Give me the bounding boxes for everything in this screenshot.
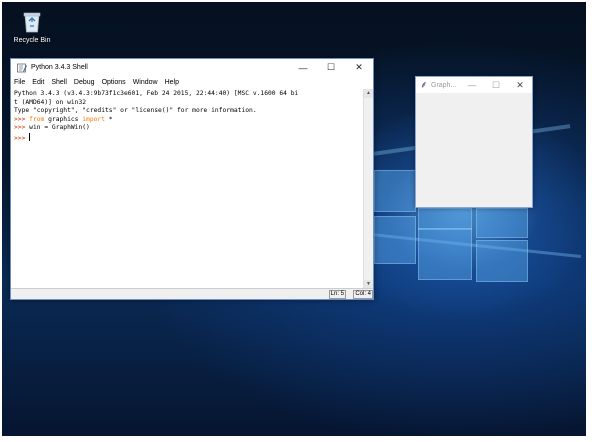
module-name: graphics [44, 115, 83, 123]
graph-window-title: Graph... [431, 81, 457, 89]
graphwin-statement: win = GraphWin() [25, 124, 90, 132]
banner-line-1: Python 3.4.3 (v3.4.3:9b73f1c3e601, Feb 2… [14, 90, 299, 97]
recycle-bin-label: Recycle Bin [13, 37, 51, 44]
keyword-import: import [82, 115, 106, 123]
menu-file[interactable]: File [14, 79, 25, 86]
code-line-current: >>> [14, 132, 361, 144]
wallpaper-window-pane [418, 228, 472, 280]
feather-icon [421, 81, 426, 89]
graph-minimize-button[interactable]: — [460, 77, 484, 93]
minimize-button[interactable]: — [289, 59, 317, 76]
banner-line-3: Type "copyright", "credits" or "license(… [14, 107, 257, 115]
graph-titlebar[interactable]: Graph... — ☐ ✕ [416, 77, 532, 93]
status-line-number: Ln: 5 [328, 290, 346, 299]
prompt: >>> [14, 124, 26, 132]
wallpaper-window-pane [374, 170, 416, 212]
scroll-up-arrow-icon[interactable]: ▲ [364, 89, 373, 98]
python-idle-icon [17, 63, 27, 72]
wallpaper-window-pane [418, 208, 472, 230]
recycle-bin-icon [23, 12, 41, 33]
menu-help[interactable]: Help [165, 79, 179, 86]
wallpaper-window-pane [374, 216, 416, 264]
menu-options[interactable]: Options [102, 79, 126, 86]
graph-close-button[interactable]: ✕ [508, 77, 532, 93]
menu-debug[interactable]: Debug [74, 79, 95, 86]
banner-line-2: t (AMD64)] on win32 [14, 98, 87, 106]
close-button[interactable]: ✕ [345, 59, 373, 76]
recycle-bin-shortcut[interactable]: Recycle Bin [10, 8, 54, 44]
text-cursor [29, 132, 31, 141]
keyword-from: from [29, 115, 45, 123]
status-column-number: Col: 4 [353, 290, 373, 299]
shell-text-area[interactable]: Python 3.4.3 (v3.4.3:9b73f1c3e601, Feb 2… [11, 89, 364, 289]
prompt: >>> [14, 134, 26, 142]
graphics-window[interactable]: Graph... — ☐ ✕ [415, 76, 533, 208]
shell-menubar: File Edit Shell Debug Options Window Hel… [11, 76, 373, 88]
graph-canvas[interactable] [417, 93, 531, 206]
maximize-button[interactable]: ☐ [317, 59, 345, 76]
code-line-graphwin: >>> win = GraphWin() [14, 124, 361, 133]
shell-window-title: Python 3.4.3 Shell [31, 64, 88, 71]
python-shell-window[interactable]: Python 3.4.3 Shell — ☐ ✕ File Edit Shell… [10, 58, 374, 300]
menu-shell[interactable]: Shell [51, 79, 67, 86]
prompt: >>> [14, 115, 26, 123]
vertical-scrollbar[interactable]: ▲ ▼ [363, 89, 373, 289]
graph-maximize-button[interactable]: ☐ [484, 77, 508, 93]
shell-statusbar: Ln: 5 Col: 4 [11, 288, 373, 299]
wallpaper-window-pane [476, 208, 528, 238]
desktop: Recycle Bin Python 3.4.3 Shell — ☐ ✕ Fil… [2, 2, 586, 436]
wallpaper-window-pane [476, 240, 528, 282]
import-target: * [105, 115, 113, 123]
shell-titlebar[interactable]: Python 3.4.3 Shell — ☐ ✕ [11, 59, 373, 76]
code-line-import: >>> from graphics import * [14, 116, 361, 125]
menu-window[interactable]: Window [133, 79, 158, 86]
menu-edit[interactable]: Edit [32, 79, 44, 86]
